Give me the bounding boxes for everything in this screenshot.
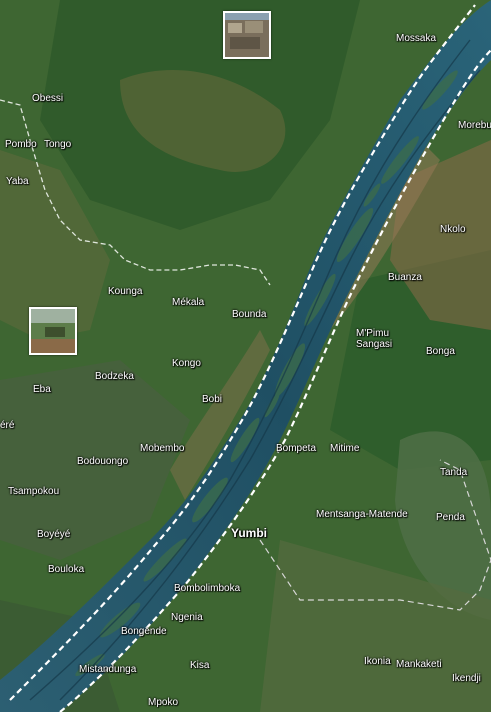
place-label-mistandunga: Mistandunga — [79, 664, 137, 675]
place-label-mossaka: Mossaka — [396, 33, 437, 44]
place-label-bonga: Bonga — [426, 346, 455, 357]
place-label-tanda: Tanda — [440, 467, 468, 478]
place-label-ngenia: Ngenia — [171, 612, 203, 623]
place-label-tsampokou: Tsampokou — [8, 486, 60, 497]
place-label-yumbi: Yumbi — [231, 526, 268, 540]
place-label-penda: Penda — [436, 512, 465, 523]
place-label-mobembo: Mobembo — [140, 443, 185, 454]
place-label-mpoko: Mpoko — [148, 697, 179, 708]
place-label-mekala: Mékala — [172, 297, 205, 308]
place-label-boyeye: Boyéyé — [37, 529, 71, 540]
place-label-bodouongo: Bodouongo — [77, 456, 129, 467]
place-label-buanza: Buanza — [388, 272, 422, 283]
riverbank-photo-thumbnail[interactable] — [29, 307, 77, 355]
place-label-morebu: Morebu — [458, 120, 491, 131]
place-label-nkolo: Nkolo — [440, 224, 466, 235]
place-label-mitime: Mitime — [330, 443, 360, 454]
place-label-obessi: Obessi — [32, 93, 64, 104]
place-label-tongo: Tongo — [44, 139, 72, 150]
place-label-kisa: Kisa — [190, 660, 210, 671]
place-label-sangasi: Sangasi — [356, 339, 393, 350]
place-label-bouloka: Bouloka — [48, 564, 85, 575]
place-label-bongende: Bongende — [121, 626, 167, 637]
place-label-kongo: Kongo — [172, 358, 201, 369]
place-label-yaba: Yaba — [6, 176, 29, 187]
place-label-ere: éré — [0, 420, 15, 431]
place-label-bompeta: Bompeta — [276, 443, 317, 454]
riverbank-photo-icon — [31, 309, 75, 353]
satellite-map[interactable] — [0, 0, 491, 712]
place-label-bounda: Bounda — [232, 309, 267, 320]
place-label-ikonia: Ikonia — [364, 656, 391, 667]
place-label-mentsanga: Mentsanga-Matende — [316, 509, 408, 520]
place-label-eba: Eba — [33, 384, 51, 395]
place-label-bombolimboka: Bombolimboka — [174, 583, 241, 594]
place-label-bodzeka: Bodzeka — [95, 371, 134, 382]
place-label-ikendji: Ikendji — [452, 673, 481, 684]
village-photo-thumbnail[interactable] — [223, 11, 271, 59]
place-label-mankaketi: Mankaketi — [396, 659, 442, 670]
place-label-kounga: Kounga — [108, 286, 143, 297]
village-photo-icon — [225, 13, 269, 57]
place-label-pombo: Pombo — [5, 139, 37, 150]
place-label-bobi: Bobi — [202, 394, 223, 405]
